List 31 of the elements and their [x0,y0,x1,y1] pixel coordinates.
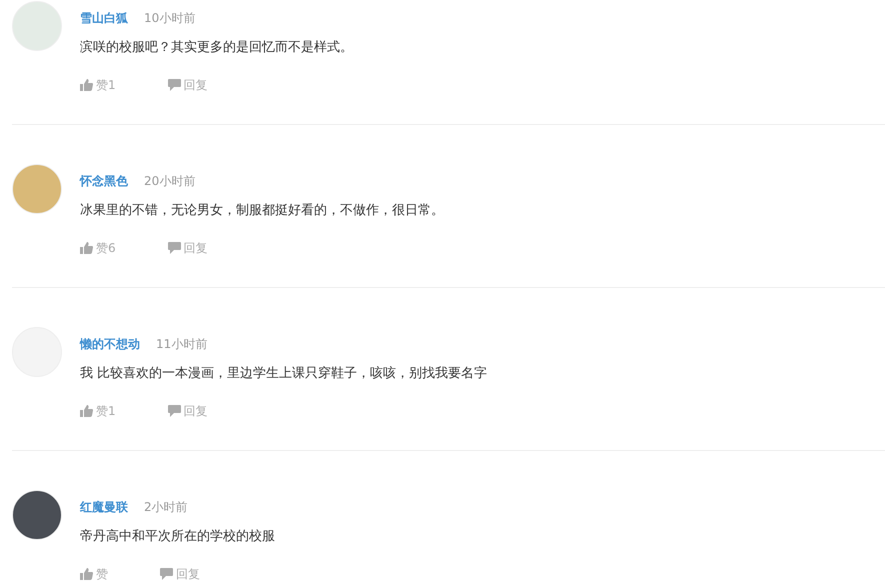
thumbs-up-icon [80,242,93,254]
avatar [12,1,62,51]
post-time: 2小时前 [144,499,188,516]
username-link[interactable]: 红魔曼联 [80,497,128,517]
comment-text: 冰果里的不错，无论男女，制服都挺好看的，不做作，很日常。 [80,202,444,220]
reply-button[interactable]: 回复 [168,76,208,94]
comment-text: 我 比较喜欢的一本漫画，里边学生上课只穿鞋子，咳咳，别找我要名字 [80,365,488,383]
speech-bubble-icon [168,79,181,91]
username-link[interactable]: 雪山白狐 [80,8,128,28]
like-button[interactable]: 赞1 [80,402,116,420]
comment-text: 滨咲的校服吧？其实更多的是回忆而不是样式。 [80,39,353,57]
like-button[interactable]: 赞 [80,566,108,582]
thumbs-up-icon [80,79,93,91]
reply-button[interactable]: 回复 [168,402,208,420]
avatar [12,164,62,214]
speech-bubble-icon [168,405,181,417]
comment-text: 帝丹高中和平次所在的学校的校服 [80,528,275,546]
username-link[interactable]: 懒的不想动 [80,334,140,354]
post-time: 20小时前 [144,173,196,190]
avatar [12,490,62,540]
post-time: 11小时前 [156,336,208,353]
post-time: 10小时前 [144,10,196,27]
speech-bubble-icon [160,568,173,580]
like-button[interactable]: 赞6 [80,240,116,256]
like-button[interactable]: 赞1 [80,76,116,94]
reply-button[interactable]: 回复 [168,240,208,256]
thumbs-up-icon [80,405,93,417]
reply-button[interactable]: 回复 [160,566,200,582]
thumbs-up-icon [80,568,93,580]
username-link[interactable]: 怀念黑色 [80,171,128,191]
speech-bubble-icon [168,242,181,254]
